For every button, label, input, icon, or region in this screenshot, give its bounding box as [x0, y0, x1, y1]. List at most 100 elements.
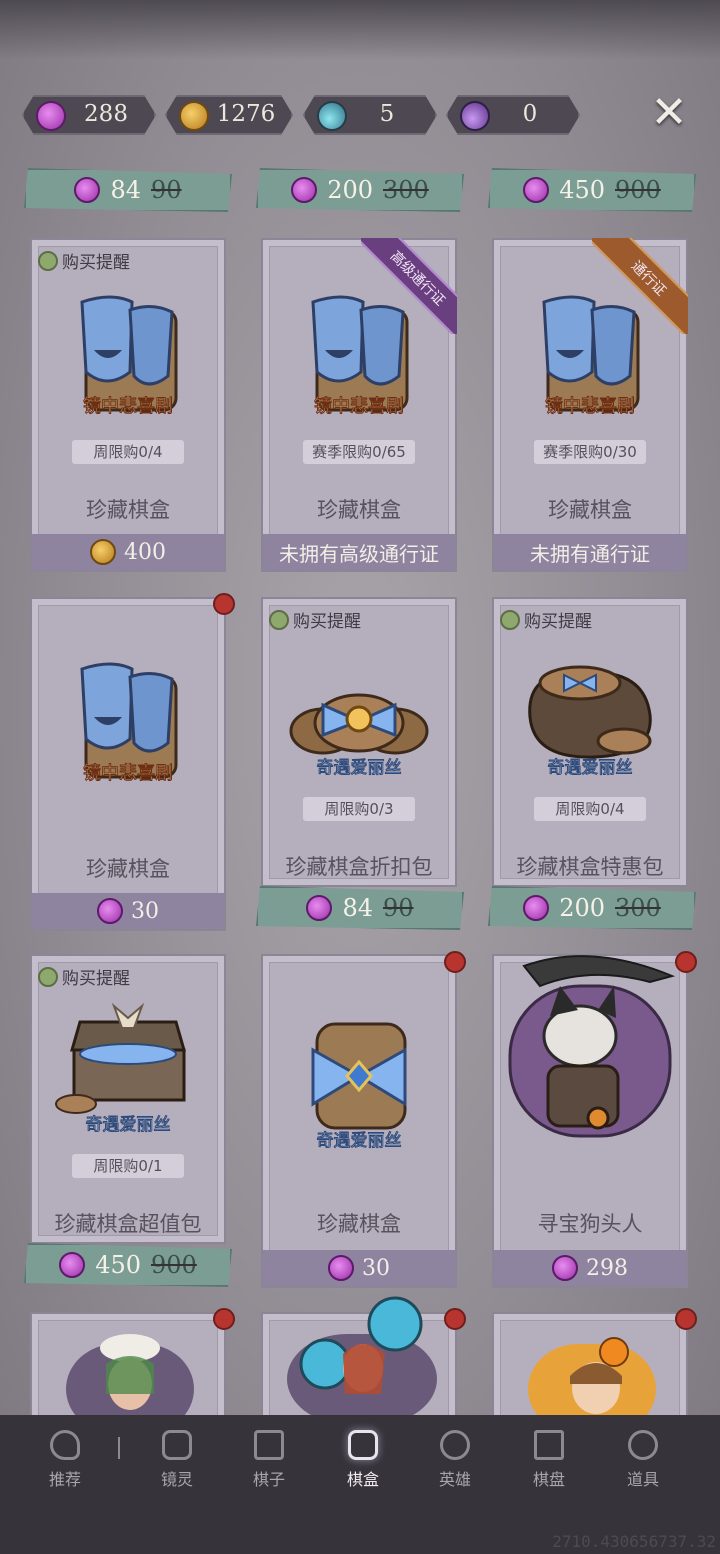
candy-plus-icon: [36, 101, 66, 131]
treasure-chest-icon: 奇遇爱丽丝: [55, 1002, 186, 1136]
new-badge-dot: [213, 1308, 235, 1330]
shop-card-4[interactable]: 镜中悲喜剧 珍藏棋盒 30: [30, 597, 226, 931]
candy-icon: [328, 1255, 354, 1281]
brand-logo: 镜中悲喜剧: [545, 396, 635, 417]
discount-price-button[interactable]: 84 90: [256, 886, 464, 930]
shop-card-2[interactable]: 高级通行证 镜中悲喜剧 赛季限购0/65 珍藏棋盒 未拥有高级通行证: [261, 238, 457, 572]
pumpkin-coin-icon: [90, 539, 116, 565]
reminder-label: 购买提醒: [62, 969, 130, 989]
shop-card-3[interactable]: 通行证 镜中悲喜剧 赛季限购0/30 珍藏棋盒 未拥有通行证: [492, 238, 688, 572]
new-badge-dot: [675, 951, 697, 973]
currency-blue-potion[interactable]: 5: [303, 95, 437, 135]
reminder-toggle-icon: [38, 966, 58, 987]
ribbon-original-price: 900: [615, 176, 661, 204]
price-button[interactable]: 400: [32, 534, 224, 570]
reminder-label: 购买提醒: [293, 612, 361, 632]
brand-logo: 奇遇爱丽丝: [86, 1115, 171, 1135]
reminder-toggle-icon: [500, 609, 520, 630]
candy-icon: [59, 1252, 85, 1278]
shop-card-10[interactable]: [30, 1312, 226, 1432]
top-ribbon-3[interactable]: 450 900: [488, 168, 696, 212]
reminder-label: 购买提醒: [524, 612, 592, 632]
price-value: 30: [131, 898, 159, 924]
ribbon-price: 200: [559, 894, 605, 922]
slime-hero-portrait: [287, 1296, 437, 1424]
purchase-reminder[interactable]: 购买提醒: [269, 607, 361, 632]
purchase-reminder[interactable]: 购买提醒: [38, 964, 130, 989]
blue-potion-icon: [317, 101, 347, 131]
item-icon: [628, 1430, 658, 1460]
ribbon-original-price: 90: [383, 894, 414, 922]
brand-logo: 奇遇爱丽丝: [548, 758, 633, 778]
new-badge-dot: [444, 1308, 466, 1330]
nav-tab-chessboard[interactable]: 棋盘: [514, 1430, 584, 1490]
ribbon-price: 84: [342, 894, 373, 922]
currency-purple-potion[interactable]: 0: [446, 95, 580, 135]
price-button[interactable]: 未拥有通行证: [494, 534, 686, 570]
shop-card-9[interactable]: 寻宝狗头人 298: [492, 954, 688, 1288]
chessboard-icon: [534, 1430, 564, 1460]
nav-label: 棋盒: [346, 1470, 379, 1489]
price-button[interactable]: 30: [32, 893, 224, 929]
comedy-mask-chest-icon: 镜中悲喜剧: [80, 662, 178, 785]
reminder-label: 购买提醒: [62, 253, 130, 273]
candy-icon: [523, 895, 549, 921]
ribbon-price: 200: [327, 176, 373, 204]
currency-candy[interactable]: 288: [22, 95, 156, 135]
ribbon-price: 450: [95, 1251, 141, 1279]
hero-icon: [440, 1430, 470, 1460]
nav-tab-hero[interactable]: 英雄: [420, 1430, 490, 1490]
nav-tab-chess-box[interactable]: 棋盒: [328, 1430, 398, 1490]
shop-card-8[interactable]: 奇遇爱丽丝 珍藏棋盒 30: [261, 954, 457, 1288]
comedy-mask-chest-icon: 镜中悲喜剧: [311, 295, 409, 418]
comedy-mask-chest-icon: 镜中悲喜剧: [542, 295, 640, 418]
currency-candy-value: 288: [84, 101, 128, 127]
shop-card-6[interactable]: 购买提醒 奇遇爱丽丝 周限购0/4 珍藏棋盒特惠包: [492, 597, 688, 887]
nav-tab-item[interactable]: 道具: [608, 1430, 678, 1490]
nav-tab-spirit[interactable]: 镜灵: [142, 1430, 212, 1490]
shop-card-7[interactable]: 购买提醒 奇遇爱丽丝 周限购0/1 珍藏棋盒超值包: [30, 954, 226, 1244]
new-badge-dot: [213, 593, 235, 615]
shop-card-12[interactable]: [492, 1312, 688, 1432]
purchase-limit: 赛季限购0/65: [303, 440, 415, 464]
brand-logo: 镜中悲喜剧: [83, 396, 173, 417]
ribbon-price: 450: [559, 176, 605, 204]
shop-card-11[interactable]: [261, 1296, 457, 1432]
price-value: 298: [586, 1255, 628, 1281]
candy-icon: [552, 1255, 578, 1281]
nav-label: 推荐: [48, 1470, 81, 1489]
purchase-limit: 周限购0/4: [534, 797, 646, 821]
ribbon-chest-bundle-icon: 奇遇爱丽丝: [289, 693, 429, 779]
top-ribbon-1[interactable]: 84 90: [24, 168, 232, 212]
currency-pumpkin[interactable]: 1276: [165, 95, 293, 135]
pumpkin-coin-icon: [179, 101, 209, 131]
shop-card-5[interactable]: 购买提醒 奇遇爱丽丝 周限购0/3 珍藏棋盒折扣包: [261, 597, 457, 887]
item-name: 珍藏棋盒超值包: [54, 1212, 202, 1236]
new-badge-dot: [444, 951, 466, 973]
nav-tab-recommend[interactable]: 推荐: [30, 1430, 100, 1490]
price-button[interactable]: 30: [263, 1250, 455, 1286]
brand-logo: 镜中悲喜剧: [314, 396, 404, 417]
comedy-mask-chest-icon: 镜中悲喜剧: [80, 295, 178, 418]
purchase-limit: 赛季限购0/30: [534, 440, 646, 464]
discount-price-button[interactable]: 450 900: [24, 1243, 232, 1287]
purple-potion-icon: [460, 101, 490, 131]
price-button[interactable]: 未拥有高级通行证: [263, 534, 455, 570]
close-icon[interactable]: ✕: [647, 91, 691, 137]
brand-logo: 奇遇爱丽丝: [317, 1131, 402, 1151]
top-shadow: [0, 0, 720, 60]
discount-price-button[interactable]: 200 300: [488, 886, 696, 930]
ribbon-chest-sack-icon: 奇遇爱丽丝: [528, 665, 652, 779]
candy-icon: [97, 898, 123, 924]
ribbon-original-price: 90: [151, 176, 182, 204]
candy-icon: [523, 177, 549, 203]
nav-divider: [118, 1437, 120, 1459]
candy-icon: [306, 895, 332, 921]
nav-tab-chess-piece[interactable]: 棋子: [234, 1430, 304, 1490]
purchase-reminder[interactable]: 购买提醒: [500, 607, 592, 632]
chess-box-icon: [348, 1430, 378, 1460]
purchase-reminder[interactable]: 购买提醒: [38, 248, 130, 273]
top-ribbon-2[interactable]: 200 300: [256, 168, 464, 212]
price-button[interactable]: 298: [494, 1250, 686, 1286]
shop-card-1[interactable]: 购买提醒 镜中悲喜剧 周限购0/4 珍藏棋盒 400: [30, 238, 226, 572]
